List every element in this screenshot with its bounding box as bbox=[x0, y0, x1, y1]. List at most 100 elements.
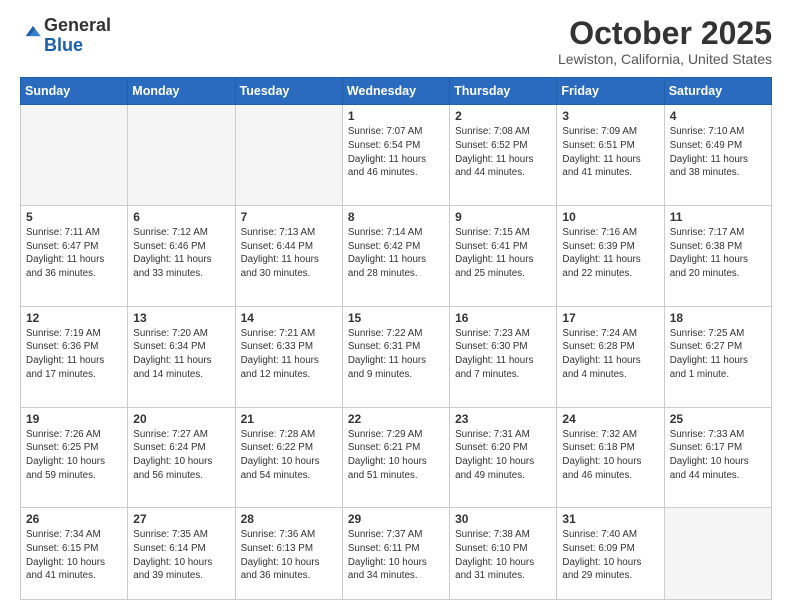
day-info: Sunrise: 7:31 AM Sunset: 6:20 PM Dayligh… bbox=[455, 428, 551, 483]
location: Lewiston, California, United States bbox=[558, 51, 772, 67]
day-info: Sunrise: 7:35 AM Sunset: 6:14 PM Dayligh… bbox=[133, 528, 229, 583]
calendar-cell: 19 Sunrise: 7:26 AM Sunset: 6:25 PM Dayli… bbox=[21, 407, 128, 508]
day-number: 23 bbox=[455, 412, 551, 426]
day-info: Sunrise: 7:11 AM Sunset: 6:47 PM Dayligh… bbox=[26, 226, 122, 281]
day-info: Sunrise: 7:29 AM Sunset: 6:21 PM Dayligh… bbox=[348, 428, 444, 483]
day-number: 16 bbox=[455, 311, 551, 325]
day-info: Sunrise: 7:14 AM Sunset: 6:42 PM Dayligh… bbox=[348, 226, 444, 281]
calendar-week-5: 26 Sunrise: 7:34 AM Sunset: 6:15 PM Dayli… bbox=[21, 508, 772, 600]
calendar-cell: 24 Sunrise: 7:32 AM Sunset: 6:18 PM Dayli… bbox=[557, 407, 664, 508]
day-number: 30 bbox=[455, 512, 551, 526]
day-number: 8 bbox=[348, 210, 444, 224]
day-number: 10 bbox=[562, 210, 658, 224]
calendar-cell: 26 Sunrise: 7:34 AM Sunset: 6:15 PM Dayli… bbox=[21, 508, 128, 600]
day-info: Sunrise: 7:25 AM Sunset: 6:27 PM Dayligh… bbox=[670, 327, 766, 382]
day-number: 31 bbox=[562, 512, 658, 526]
header: General Blue October 2025 Lewiston, Cali… bbox=[20, 16, 772, 67]
calendar-cell: 21Sunrise: 7:28 AM Sunset: 6:22 PM Dayli… bbox=[235, 407, 342, 508]
col-wednesday: Wednesday bbox=[342, 78, 449, 105]
day-number: 11 bbox=[670, 210, 766, 224]
day-number: 24 bbox=[562, 412, 658, 426]
day-number: 21 bbox=[241, 412, 337, 426]
calendar-cell: 4 Sunrise: 7:10 AM Sunset: 6:49 PM Daylig… bbox=[664, 105, 771, 206]
month-title: October 2025 bbox=[558, 16, 772, 51]
calendar-header-row: Sunday Monday Tuesday Wednesday Thursday… bbox=[21, 78, 772, 105]
calendar-week-2: 5 Sunrise: 7:11 AM Sunset: 6:47 PM Daylig… bbox=[21, 205, 772, 306]
logo-text: General Blue bbox=[44, 16, 111, 56]
day-info: Sunrise: 7:38 AM Sunset: 6:10 PM Dayligh… bbox=[455, 528, 551, 583]
calendar-week-1: 1Sunrise: 7:07 AM Sunset: 6:54 PM Daylig… bbox=[21, 105, 772, 206]
day-info: Sunrise: 7:07 AM Sunset: 6:54 PM Dayligh… bbox=[348, 125, 444, 180]
day-info: Sunrise: 7:17 AM Sunset: 6:38 PM Dayligh… bbox=[670, 226, 766, 281]
calendar-cell: 31Sunrise: 7:40 AM Sunset: 6:09 PM Dayli… bbox=[557, 508, 664, 600]
day-number: 19 bbox=[26, 412, 122, 426]
calendar-cell bbox=[128, 105, 235, 206]
calendar-cell: 12 Sunrise: 7:19 AM Sunset: 6:36 PM Dayli… bbox=[21, 306, 128, 407]
calendar-week-3: 12 Sunrise: 7:19 AM Sunset: 6:36 PM Dayli… bbox=[21, 306, 772, 407]
day-info: Sunrise: 7:37 AM Sunset: 6:11 PM Dayligh… bbox=[348, 528, 444, 583]
calendar-cell: 25Sunrise: 7:33 AM Sunset: 6:17 PM Dayli… bbox=[664, 407, 771, 508]
calendar-cell: 16Sunrise: 7:23 AM Sunset: 6:30 PM Dayli… bbox=[450, 306, 557, 407]
page: General Blue October 2025 Lewiston, Cali… bbox=[0, 0, 792, 612]
calendar-cell: 2 Sunrise: 7:08 AM Sunset: 6:52 PM Daylig… bbox=[450, 105, 557, 206]
title-block: October 2025 Lewiston, California, Unite… bbox=[558, 16, 772, 67]
day-info: Sunrise: 7:26 AM Sunset: 6:25 PM Dayligh… bbox=[26, 428, 122, 483]
calendar-cell: 5 Sunrise: 7:11 AM Sunset: 6:47 PM Daylig… bbox=[21, 205, 128, 306]
day-number: 5 bbox=[26, 210, 122, 224]
day-info: Sunrise: 7:16 AM Sunset: 6:39 PM Dayligh… bbox=[562, 226, 658, 281]
calendar-cell: 10 Sunrise: 7:16 AM Sunset: 6:39 PM Dayli… bbox=[557, 205, 664, 306]
day-info: Sunrise: 7:08 AM Sunset: 6:52 PM Dayligh… bbox=[455, 125, 551, 180]
day-number: 18 bbox=[670, 311, 766, 325]
day-info: Sunrise: 7:33 AM Sunset: 6:17 PM Dayligh… bbox=[670, 428, 766, 483]
calendar-cell: 13 Sunrise: 7:20 AM Sunset: 6:34 PM Dayli… bbox=[128, 306, 235, 407]
calendar-cell: 29 Sunrise: 7:37 AM Sunset: 6:11 PM Dayli… bbox=[342, 508, 449, 600]
day-info: Sunrise: 7:27 AM Sunset: 6:24 PM Dayligh… bbox=[133, 428, 229, 483]
day-info: Sunrise: 7:20 AM Sunset: 6:34 PM Dayligh… bbox=[133, 327, 229, 382]
calendar-cell: 30 Sunrise: 7:38 AM Sunset: 6:10 PM Dayli… bbox=[450, 508, 557, 600]
day-number: 20 bbox=[133, 412, 229, 426]
calendar-cell: 7 Sunrise: 7:13 AM Sunset: 6:44 PM Daylig… bbox=[235, 205, 342, 306]
day-number: 17 bbox=[562, 311, 658, 325]
day-number: 9 bbox=[455, 210, 551, 224]
col-saturday: Saturday bbox=[664, 78, 771, 105]
calendar-cell: 22 Sunrise: 7:29 AM Sunset: 6:21 PM Dayli… bbox=[342, 407, 449, 508]
calendar-cell: 6 Sunrise: 7:12 AM Sunset: 6:46 PM Daylig… bbox=[128, 205, 235, 306]
day-info: Sunrise: 7:34 AM Sunset: 6:15 PM Dayligh… bbox=[26, 528, 122, 583]
day-number: 7 bbox=[241, 210, 337, 224]
day-info: Sunrise: 7:22 AM Sunset: 6:31 PM Dayligh… bbox=[348, 327, 444, 382]
day-number: 12 bbox=[26, 311, 122, 325]
day-number: 13 bbox=[133, 311, 229, 325]
day-info: Sunrise: 7:32 AM Sunset: 6:18 PM Dayligh… bbox=[562, 428, 658, 483]
calendar-cell: 11 Sunrise: 7:17 AM Sunset: 6:38 PM Dayli… bbox=[664, 205, 771, 306]
day-number: 6 bbox=[133, 210, 229, 224]
calendar-cell: 18 Sunrise: 7:25 AM Sunset: 6:27 PM Dayli… bbox=[664, 306, 771, 407]
day-number: 26 bbox=[26, 512, 122, 526]
col-tuesday: Tuesday bbox=[235, 78, 342, 105]
calendar-cell: 23 Sunrise: 7:31 AM Sunset: 6:20 PM Dayli… bbox=[450, 407, 557, 508]
day-number: 22 bbox=[348, 412, 444, 426]
col-sunday: Sunday bbox=[21, 78, 128, 105]
day-info: Sunrise: 7:13 AM Sunset: 6:44 PM Dayligh… bbox=[241, 226, 337, 281]
day-info: Sunrise: 7:12 AM Sunset: 6:46 PM Dayligh… bbox=[133, 226, 229, 281]
calendar-cell: 20 Sunrise: 7:27 AM Sunset: 6:24 PM Dayli… bbox=[128, 407, 235, 508]
day-number: 4 bbox=[670, 109, 766, 123]
logo-icon bbox=[22, 20, 44, 42]
day-number: 2 bbox=[455, 109, 551, 123]
calendar-cell: 3Sunrise: 7:09 AM Sunset: 6:51 PM Daylig… bbox=[557, 105, 664, 206]
day-info: Sunrise: 7:24 AM Sunset: 6:28 PM Dayligh… bbox=[562, 327, 658, 382]
day-info: Sunrise: 7:19 AM Sunset: 6:36 PM Dayligh… bbox=[26, 327, 122, 382]
day-info: Sunrise: 7:15 AM Sunset: 6:41 PM Dayligh… bbox=[455, 226, 551, 281]
day-info: Sunrise: 7:10 AM Sunset: 6:49 PM Dayligh… bbox=[670, 125, 766, 180]
logo-general: General bbox=[44, 15, 111, 35]
day-number: 27 bbox=[133, 512, 229, 526]
day-number: 14 bbox=[241, 311, 337, 325]
day-number: 29 bbox=[348, 512, 444, 526]
calendar-cell: 28Sunrise: 7:36 AM Sunset: 6:13 PM Dayli… bbox=[235, 508, 342, 600]
calendar-cell: 15Sunrise: 7:22 AM Sunset: 6:31 PM Dayli… bbox=[342, 306, 449, 407]
calendar-cell: 8 Sunrise: 7:14 AM Sunset: 6:42 PM Daylig… bbox=[342, 205, 449, 306]
logo: General Blue bbox=[20, 16, 111, 56]
col-friday: Friday bbox=[557, 78, 664, 105]
calendar-table: Sunday Monday Tuesday Wednesday Thursday… bbox=[20, 77, 772, 600]
calendar-week-4: 19 Sunrise: 7:26 AM Sunset: 6:25 PM Dayli… bbox=[21, 407, 772, 508]
day-info: Sunrise: 7:21 AM Sunset: 6:33 PM Dayligh… bbox=[241, 327, 337, 382]
